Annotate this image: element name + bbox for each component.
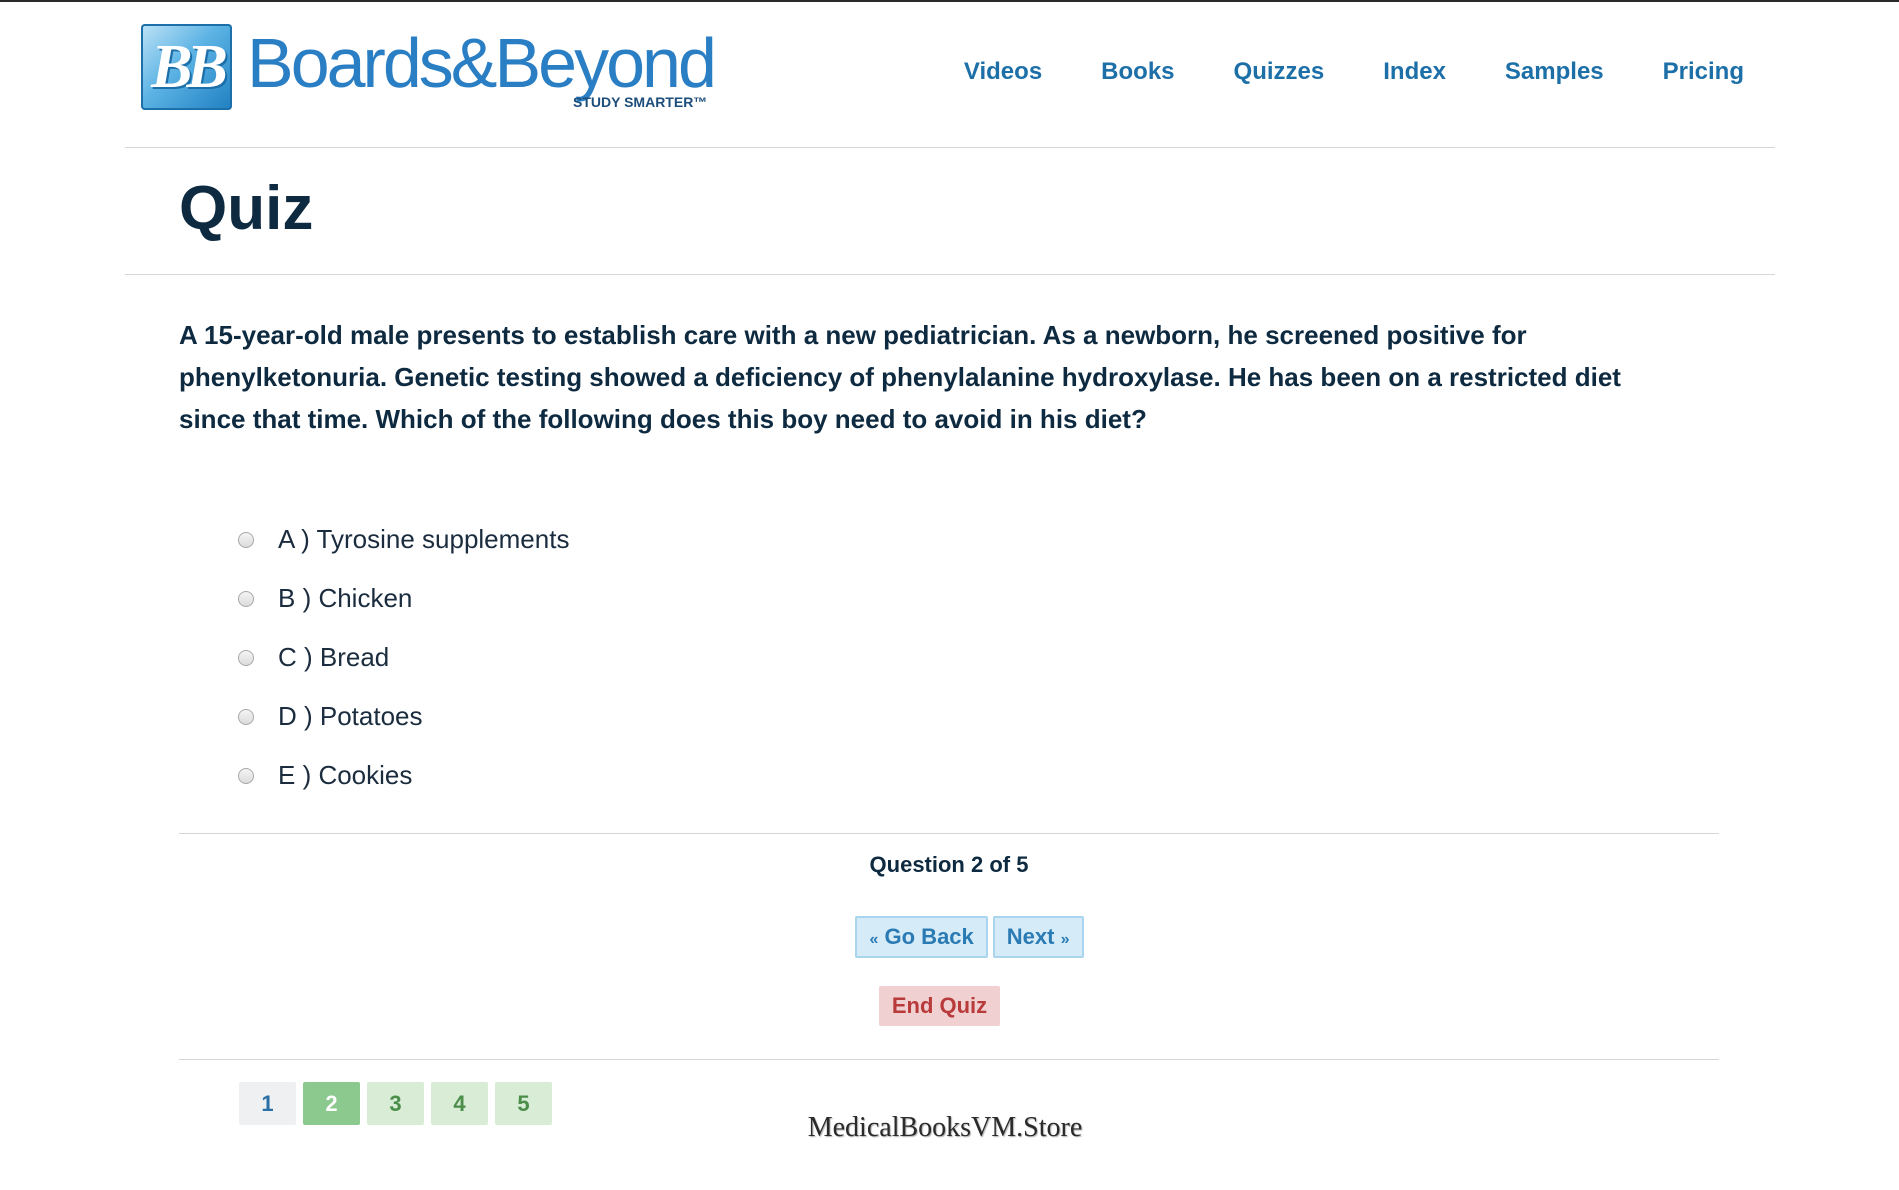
radio-button[interactable] (238, 708, 254, 725)
nav-quizzes[interactable]: Quizzes (1234, 56, 1325, 88)
radio-button[interactable] (238, 531, 254, 548)
page-title: Quiz (179, 174, 314, 243)
answer-option-e[interactable]: E ) Cookies (238, 746, 569, 805)
answer-option-c[interactable]: C ) Bread (238, 628, 569, 687)
chevron-right-icon: » (1060, 931, 1070, 948)
answer-label: A ) Tyrosine supplements (278, 524, 570, 554)
nav-pricing[interactable]: Pricing (1663, 56, 1744, 88)
radio-button[interactable] (238, 590, 254, 607)
radio-button[interactable] (238, 767, 254, 784)
answer-option-b[interactable]: B ) Chicken (238, 569, 569, 628)
watermark: MedicalBooksVM.Store (807, 1112, 1083, 1143)
nav-videos[interactable]: Videos (964, 56, 1042, 88)
header-divider (125, 147, 1775, 148)
question-text: A 15-year-old male presents to establish… (179, 320, 1621, 434)
quiz-nav-buttons: « Go Back Next » (0, 916, 1899, 958)
answer-list: A ) Tyrosine supplements B ) Chicken C )… (238, 510, 569, 805)
answer-label: C ) Bread (278, 642, 390, 672)
logo-mark-icon: BB (141, 24, 232, 110)
answer-label: B ) Chicken (278, 583, 413, 613)
answer-option-a[interactable]: A ) Tyrosine supplements (238, 510, 569, 569)
radio-button[interactable] (238, 649, 254, 666)
next-label: Next (1006, 924, 1055, 949)
title-divider (125, 274, 1775, 275)
next-button[interactable]: Next » (992, 916, 1084, 958)
answer-label: D ) Potatoes (278, 701, 423, 731)
answer-label: E ) Cookies (278, 760, 413, 790)
end-quiz-button[interactable]: End Quiz (879, 986, 1000, 1026)
nav-samples[interactable]: Samples (1505, 56, 1604, 88)
answer-option-d[interactable]: D ) Potatoes (238, 687, 569, 746)
go-back-button[interactable]: « Go Back (855, 916, 988, 958)
top-border (0, 0, 1899, 2)
answers-divider (179, 833, 1719, 834)
chevron-left-icon: « (869, 931, 879, 948)
main-nav: Videos Books Quizzes Index Samples Prici… (905, 56, 1744, 88)
nav-index[interactable]: Index (1383, 56, 1446, 88)
pager-divider (179, 1059, 1719, 1060)
logo-tagline: STUDY SMARTER™ (573, 94, 708, 110)
question-progress: Question 2 of 5 (869, 852, 1029, 877)
nav-books[interactable]: Books (1101, 56, 1174, 88)
go-back-label: Go Back (884, 924, 974, 949)
logo-wordmark: Boards&Beyond (247, 24, 717, 102)
